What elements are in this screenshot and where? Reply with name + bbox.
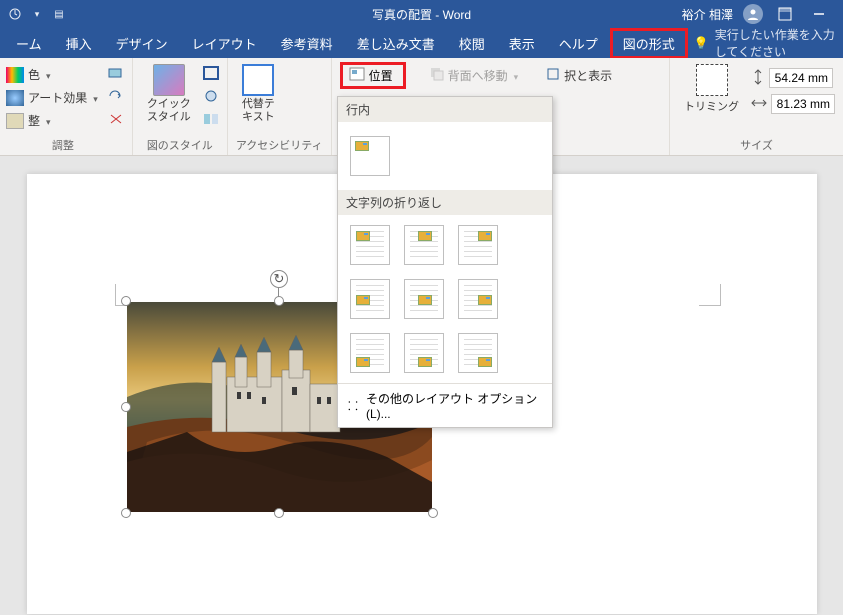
pos-top-center[interactable] — [404, 225, 444, 265]
handle-b[interactable] — [274, 508, 284, 518]
group-picture-styles: クイック スタイル 図のスタイル — [133, 58, 228, 155]
pos-middle-center[interactable] — [404, 279, 444, 319]
position-menu: 行内 文字列の折り返し ⸬ その他のレイアウト オプション(L)... — [337, 96, 553, 428]
pic-border-icon[interactable] — [203, 66, 219, 85]
handle-bl[interactable] — [121, 508, 131, 518]
more-layout-label: その他のレイアウト オプション(L)... — [366, 390, 542, 421]
height-input[interactable] — [769, 68, 833, 88]
width-row — [751, 94, 835, 114]
artistic-effects-button[interactable]: アート効果 — [2, 87, 102, 108]
minimize-icon[interactable] — [807, 2, 831, 26]
crop-label: トリミング — [684, 98, 739, 114]
pos-middle-right[interactable] — [458, 279, 498, 319]
selection-pane-button[interactable]: 択と表示 — [542, 65, 616, 86]
fix-icon — [6, 113, 24, 129]
tell-me[interactable]: 💡 実行したい作業を入力してください — [694, 26, 843, 60]
art-label: アート効果 — [28, 89, 87, 106]
document-title: 写真の配置 - Word — [372, 6, 471, 23]
tab-references[interactable]: 参考資料 — [269, 28, 345, 59]
group-size-label: サイズ — [678, 135, 835, 153]
selection-icon — [546, 67, 560, 84]
qat-overflow-icon[interactable]: ▤ — [52, 7, 66, 21]
qat-dropdown-icon[interactable]: ▾ — [30, 7, 44, 21]
quick-styles-icon — [153, 64, 185, 96]
handle-tl[interactable] — [121, 296, 131, 306]
quick-styles-button[interactable]: クイック スタイル — [141, 62, 197, 126]
tab-review[interactable]: 校閲 — [447, 28, 497, 59]
send-backward-button: 背面へ移動 — [426, 65, 523, 86]
pos-middle-left[interactable] — [350, 279, 390, 319]
reset-pic-icon[interactable] — [108, 112, 124, 131]
alt-text-label: 代替テ キスト — [242, 98, 275, 124]
ribbon-tabs: ーム 挿入 デザイン レイアウト 参考資料 差し込み文書 校閲 表示 ヘルプ 図… — [0, 28, 843, 58]
alt-text-button[interactable]: 代替テ キスト — [236, 62, 281, 126]
crop-icon — [696, 64, 728, 96]
tab-picture-format[interactable]: 図の形式 — [610, 28, 688, 59]
quick-styles-label: クイック スタイル — [147, 98, 191, 124]
ribbon-options-icon[interactable] — [773, 2, 797, 26]
selection-label: 択と表示 — [564, 67, 612, 84]
menu-header-wrap: 文字列の折り返し — [338, 190, 552, 215]
group-size: トリミング サイズ — [670, 58, 843, 155]
tab-mailings[interactable]: 差し込み文書 — [345, 28, 447, 59]
color-button[interactable]: 色 — [2, 64, 102, 85]
group-styles-label: 図のスタイル — [141, 135, 219, 153]
tab-help[interactable]: ヘルプ — [547, 28, 610, 59]
autosave-icon[interactable] — [8, 7, 22, 21]
width-icon — [751, 96, 767, 113]
pos-bottom-center[interactable] — [404, 333, 444, 373]
pos-bottom-right[interactable] — [458, 333, 498, 373]
alt-text-icon — [242, 64, 274, 96]
tab-design[interactable]: デザイン — [104, 28, 180, 59]
color-label: 色 — [28, 66, 40, 83]
position-icon — [349, 67, 365, 84]
title-bar: ▾ ▤ 写真の配置 - Word 裕介 相澤 — [0, 0, 843, 28]
position-label: 位置 — [369, 67, 393, 84]
handle-t[interactable] — [274, 296, 284, 306]
rotate-handle[interactable] — [270, 270, 288, 288]
margin-mark-tr — [699, 284, 721, 306]
group-accessibility: 代替テ キスト アクセシビリティ — [228, 58, 332, 155]
compress-icon[interactable] — [108, 66, 124, 85]
corrections-button[interactable]: 整 — [2, 110, 102, 131]
tab-view[interactable]: 表示 — [497, 28, 547, 59]
crop-button[interactable]: トリミング — [678, 62, 745, 116]
tab-home[interactable]: ーム — [4, 28, 54, 59]
send-back-label: 背面へ移動 — [448, 67, 508, 84]
pos-top-left[interactable] — [350, 225, 390, 265]
tell-me-label: 実行したい作業を入力してください — [715, 26, 843, 60]
height-row — [751, 68, 835, 88]
group-adjust: 色 アート効果 整 調整 — [0, 58, 133, 155]
pos-inline[interactable] — [350, 136, 390, 176]
color-icon — [6, 67, 24, 83]
pos-top-right[interactable] — [458, 225, 498, 265]
pic-layout-icon[interactable] — [203, 112, 219, 131]
tab-layout[interactable]: レイアウト — [180, 28, 269, 59]
handle-l[interactable] — [121, 402, 131, 412]
change-pic-icon[interactable] — [108, 89, 124, 108]
art-icon — [6, 90, 24, 106]
send-back-icon — [430, 67, 444, 84]
lightbulb-icon: 💡 — [694, 36, 709, 50]
position-button[interactable]: 位置 — [340, 62, 406, 89]
user-avatar[interactable] — [743, 4, 763, 24]
handle-br[interactable] — [428, 508, 438, 518]
user-name: 裕介 相澤 — [682, 6, 733, 23]
pos-bottom-left[interactable] — [350, 333, 390, 373]
tab-insert[interactable]: 挿入 — [54, 28, 104, 59]
fix-label: 整 — [28, 112, 40, 129]
width-input[interactable] — [771, 94, 835, 114]
menu-header-inline: 行内 — [338, 97, 552, 122]
pic-effects-icon[interactable] — [203, 89, 219, 108]
group-acc-label: アクセシビリティ — [236, 135, 323, 153]
more-options-icon: ⸬ — [348, 397, 358, 414]
more-layout-options[interactable]: ⸬ その他のレイアウト オプション(L)... — [338, 383, 552, 427]
group-adjust-label: 調整 — [2, 135, 124, 153]
height-icon — [751, 69, 765, 88]
